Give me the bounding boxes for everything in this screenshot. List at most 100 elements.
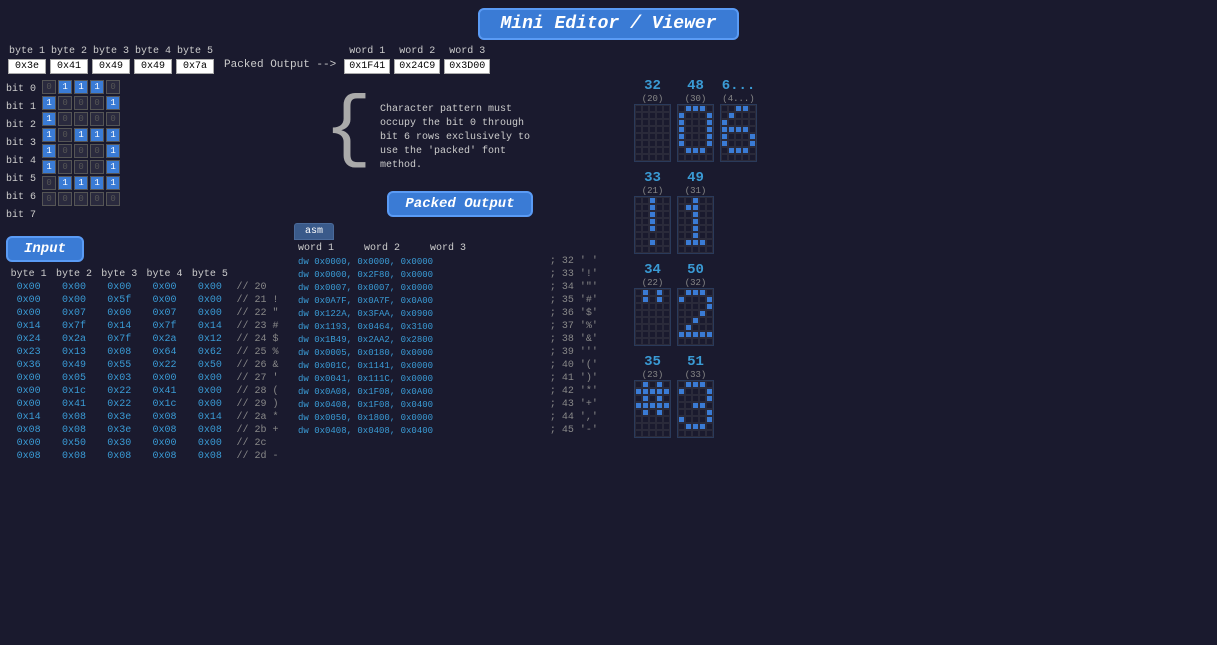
input-cell-6-3: 0x22 [142,359,187,372]
bit-row-6: 01111 [42,176,120,190]
pixel-1-4 [749,112,756,119]
pixel-3-4 [706,402,713,409]
input-table-body: 0x000x000x000x000x00// 200x000x000x5f0x0… [6,281,284,463]
pixel-2-2 [692,119,699,126]
pixel-1-0 [678,296,685,303]
packed-cell-code-11: dw 0x0408, 0x1F08, 0x0400 [294,398,546,411]
input-cell-3-3: 0x7f [142,320,187,333]
char-64-grid [720,104,757,162]
pixel-6-1 [685,239,692,246]
pixel-3-1 [642,126,649,133]
pixel-0-0 [678,289,685,296]
bit-row-7: 00000 [42,192,120,206]
pixel-2-1 [728,119,735,126]
packed-col-words: word 1 word 2 word 3 [294,242,546,255]
pixel-4-3 [656,409,663,416]
input-cell-11-2: 0x3e [97,424,142,437]
input-cell-9-4: 0x00 [187,398,232,411]
bit2-label: bit 2 [6,118,36,134]
pixel-7-3 [742,154,749,161]
pixel-5-2 [692,232,699,239]
pixel-4-4 [749,133,756,140]
pixel-4-1 [685,133,692,140]
tab-asm[interactable]: asm [294,223,334,240]
pixel-7-3 [699,338,706,345]
char-51: 51 (33) [677,354,714,438]
packed-cell-code-4: dw 0x122A, 0x3FAA, 0x0900 [294,307,546,320]
pixel-1-4 [663,388,670,395]
pixel-7-0 [678,154,685,161]
pixel-2-4 [663,303,670,310]
pixel-2-2 [649,395,656,402]
pixel-0-4 [663,289,670,296]
pixel-2-3 [699,211,706,218]
tab-bar: asm [294,223,626,240]
pixel-2-1 [642,395,649,402]
input-row-10: 0x140x080x3e0x080x14// 2a * [6,411,284,424]
input-cell-5-3: 0x64 [142,346,187,359]
pixel-3-3 [656,218,663,225]
bit-grid: 0111010001100001011110001100010111100000 [42,80,120,224]
char-32: 32 (20) [634,78,671,162]
pixel-6-4 [663,331,670,338]
pixel-6-0 [635,239,642,246]
bit-cell-1-2: 0 [74,96,88,110]
pixel-1-0 [635,204,642,211]
bit-cell-6-3: 1 [90,176,104,190]
pixel-1-0 [678,204,685,211]
pixel-7-0 [635,154,642,161]
pixel-7-4 [663,154,670,161]
pixel-7-2 [649,246,656,253]
char-64: 6... (4...) [720,78,757,162]
pixel-0-1 [642,197,649,204]
input-cell-8-0: 0x00 [6,385,51,398]
packed-cell-comment-3: ; 35 '#' [546,294,626,307]
pixel-1-0 [721,112,728,119]
char-64-sublabel: (4...) [722,94,754,104]
pixel-1-1 [642,204,649,211]
pixel-6-4 [706,147,713,154]
pixel-1-1 [685,112,692,119]
byte4-group: byte 4 0x49 [134,46,172,74]
input-cell-0-4: 0x00 [187,281,232,294]
char-32-sublabel: (20) [642,94,664,104]
input-cell-11-3: 0x08 [142,424,187,437]
pixel-0-3 [656,289,663,296]
char-35-label: 35 [644,354,661,370]
pixel-6-3 [699,239,706,246]
input-col-byte4: byte 4 [142,268,187,281]
pixel-5-3 [656,232,663,239]
pixel-2-4 [706,119,713,126]
input-cell-4-0: 0x24 [6,333,51,346]
char-64-label: 6... [722,78,756,94]
pixel-7-1 [642,338,649,345]
bit-cell-4-0: 1 [42,144,56,158]
pixel-2-2 [649,303,656,310]
input-cell-8-4: 0x00 [187,385,232,398]
pixel-6-4 [706,239,713,246]
bit-cell-7-0: 0 [42,192,56,206]
pixel-2-0 [721,119,728,126]
pixel-6-2 [649,423,656,430]
pixel-6-0 [635,423,642,430]
pixel-6-3 [656,331,663,338]
pixel-5-1 [685,416,692,423]
byte3-value: 0x49 [92,59,130,74]
input-comment-10: // 2a * [232,411,284,424]
pixel-6-3 [699,147,706,154]
pixel-7-4 [663,246,670,253]
pixel-2-4 [749,119,756,126]
pixel-2-0 [635,303,642,310]
pixel-6-4 [749,147,756,154]
pixel-4-3 [699,317,706,324]
pixel-7-0 [721,154,728,161]
pixel-5-1 [685,324,692,331]
bit-cell-6-4: 1 [106,176,120,190]
pixel-5-4 [663,324,670,331]
pixel-1-2 [692,204,699,211]
word3-group: word 3 0x3D00 [444,46,490,74]
input-comment-6: // 26 & [232,359,284,372]
pixel-3-4 [663,126,670,133]
packed-cell-comment-13: ; 45 '-' [546,424,626,437]
pixel-0-4 [663,105,670,112]
